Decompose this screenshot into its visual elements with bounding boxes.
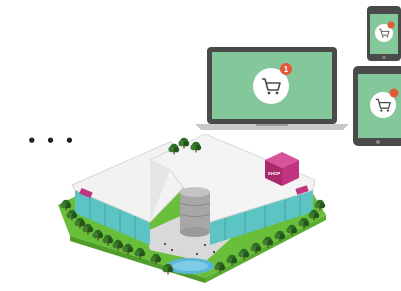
badge-count: 1 — [284, 65, 289, 74]
shopping-mall-icon: SHOP — [58, 133, 326, 283]
ecommerce-omnichannel-illustration: • • • 1 SHOP — [27, 6, 401, 283]
notification-badge-icon — [389, 88, 399, 98]
notification-badge-icon — [387, 21, 395, 29]
ellipsis-text: • • • — [27, 132, 76, 150]
sign-text: SHOP — [268, 171, 281, 176]
phone-icon — [367, 6, 401, 61]
laptop-icon: 1 — [195, 47, 349, 130]
tablet-icon — [353, 66, 401, 146]
notification-badge-icon: 1 — [280, 63, 292, 75]
